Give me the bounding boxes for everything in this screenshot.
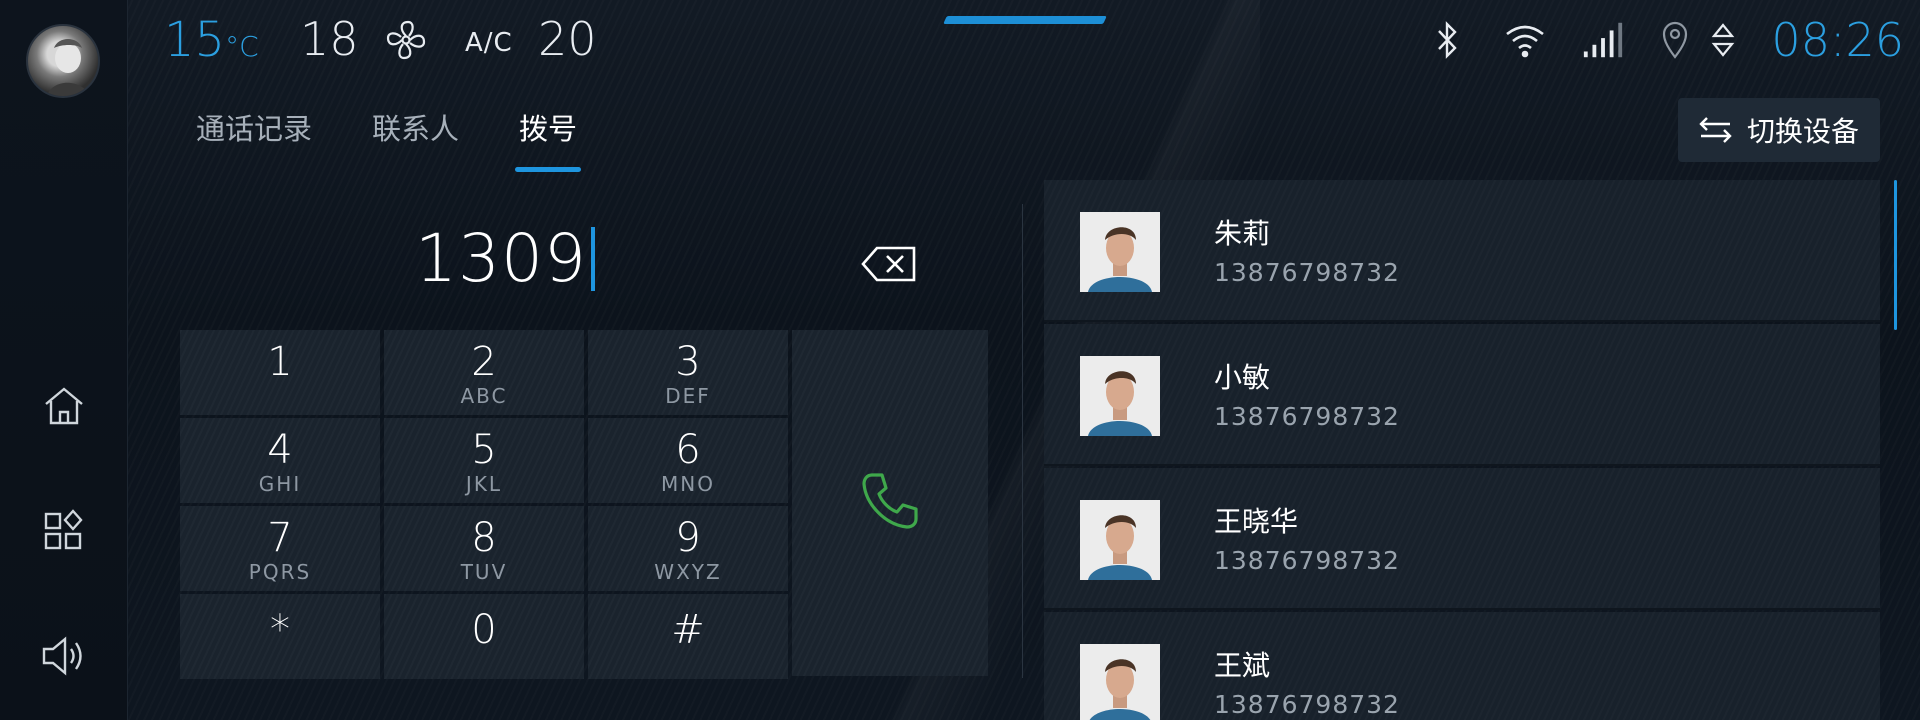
status-bar: 15°C 18 A/C 20 08:26 xyxy=(128,0,1920,80)
key-6[interactable]: 6 MNO xyxy=(588,418,788,503)
backspace-icon[interactable] xyxy=(860,244,918,288)
dialed-number-field[interactable]: 1309 xyxy=(330,220,680,297)
key-digit: 2 xyxy=(471,339,497,385)
key-letters: PQRS xyxy=(248,560,312,584)
contact-avatar xyxy=(1080,212,1160,292)
ac-label[interactable]: A/C xyxy=(465,28,513,58)
contact-number: 13876798732 xyxy=(1214,546,1400,575)
key-digit: 5 xyxy=(471,427,497,473)
list-item[interactable]: 朱莉 13876798732 xyxy=(1044,180,1880,322)
wifi-icon[interactable] xyxy=(1503,18,1547,62)
key-7[interactable]: 7 PQRS xyxy=(180,506,380,591)
key-5[interactable]: 5 JKL xyxy=(384,418,584,503)
key-9[interactable]: 9 WXYZ xyxy=(588,506,788,591)
call-button[interactable] xyxy=(792,330,988,676)
key-letters: DEF xyxy=(665,384,711,408)
bluetooth-icon[interactable] xyxy=(1425,18,1469,62)
key-1[interactable]: 1 xyxy=(180,330,380,415)
contact-number: 13876798732 xyxy=(1214,402,1400,431)
dial-keypad: 1 2 ABC 3 DEF 4 GHI 5 JKL 6 MNO 7 PQRS 8 xyxy=(180,330,988,679)
key-letters: ABC xyxy=(460,384,508,408)
key-hash[interactable]: # xyxy=(588,594,788,679)
pull-down-handle[interactable] xyxy=(943,16,1107,24)
key-8[interactable]: 8 TUV xyxy=(384,506,584,591)
contact-number: 13876798732 xyxy=(1214,258,1400,287)
key-letters: JKL xyxy=(465,472,503,496)
key-digit: * xyxy=(270,607,290,653)
key-digit: 9 xyxy=(675,515,701,561)
dialed-number: 1309 xyxy=(415,220,587,297)
key-4[interactable]: 4 GHI xyxy=(180,418,380,503)
key-digit: 1 xyxy=(267,339,293,385)
clock: 08:26 xyxy=(1771,13,1904,67)
key-letters: GHI xyxy=(258,472,302,496)
contact-suggestions-list: 朱莉 13876798732 小敏 13876798732 王晓华 138767… xyxy=(1044,180,1880,720)
list-item[interactable]: 王晓华 13876798732 xyxy=(1044,468,1880,610)
list-item[interactable]: 小敏 13876798732 xyxy=(1044,324,1880,466)
ac-temperature[interactable]: 20 xyxy=(538,12,597,66)
key-2[interactable]: 2 ABC xyxy=(384,330,584,415)
contact-avatar xyxy=(1080,500,1160,580)
tab-bar: 通话记录 联系人 拨号 xyxy=(196,106,637,172)
switch-arrows-icon xyxy=(1699,115,1733,145)
apps-icon[interactable] xyxy=(36,502,92,558)
key-letters: TUV xyxy=(460,560,508,584)
volume-icon[interactable] xyxy=(36,628,92,684)
contact-name: 朱莉 xyxy=(1214,217,1271,250)
tab-dial[interactable]: 拨号 xyxy=(519,106,577,172)
key-star[interactable]: * xyxy=(180,594,380,679)
key-digit: 3 xyxy=(675,339,701,385)
contact-name: 小敏 xyxy=(1214,361,1271,394)
location-icon[interactable] xyxy=(1653,18,1697,62)
sort-arrows-icon[interactable] xyxy=(1701,18,1745,62)
contacts-scrollbar[interactable] xyxy=(1894,180,1897,330)
contact-number: 13876798732 xyxy=(1214,690,1400,719)
key-digit: 7 xyxy=(267,515,293,561)
key-digit: 8 xyxy=(471,515,497,561)
avatar[interactable] xyxy=(26,24,100,98)
home-icon[interactable] xyxy=(36,378,92,434)
key-digit: 0 xyxy=(471,607,497,653)
contact-name: 王晓华 xyxy=(1214,505,1299,538)
cabin-temperature[interactable]: 15°C xyxy=(164,12,259,68)
dialer-screen: 15°C 18 A/C 20 08:26 通话记录 联系人 拨号 切换设备 13… xyxy=(0,0,1920,720)
key-letters: WXYZ xyxy=(654,560,722,584)
tab-call-history[interactable]: 通话记录 xyxy=(196,106,312,172)
fan-speed[interactable]: 18 xyxy=(300,12,359,66)
contact-name: 王斌 xyxy=(1214,649,1271,682)
temperature-unit: °C xyxy=(225,30,259,63)
switch-device-button[interactable]: 切换设备 xyxy=(1678,98,1880,162)
key-digit: 6 xyxy=(675,427,701,473)
text-caret xyxy=(590,227,595,291)
key-0[interactable]: 0 xyxy=(384,594,584,679)
left-rail xyxy=(0,0,128,720)
temperature-value: 15 xyxy=(164,12,226,68)
key-3[interactable]: 3 DEF xyxy=(588,330,788,415)
system-icons: 08:26 xyxy=(1391,13,1920,67)
fan-icon[interactable] xyxy=(384,18,428,66)
list-item[interactable]: 王斌 13876798732 xyxy=(1044,612,1880,720)
contact-avatar xyxy=(1080,644,1160,720)
key-letters: MNO xyxy=(661,472,715,496)
tab-contacts[interactable]: 联系人 xyxy=(372,106,459,172)
signal-icon[interactable] xyxy=(1581,18,1625,62)
key-digit: # xyxy=(671,607,705,653)
panel-divider xyxy=(1022,204,1023,678)
phone-call-icon xyxy=(858,469,922,537)
contact-avatar xyxy=(1080,356,1160,436)
switch-device-label: 切换设备 xyxy=(1746,115,1859,148)
key-digit: 4 xyxy=(267,427,293,473)
